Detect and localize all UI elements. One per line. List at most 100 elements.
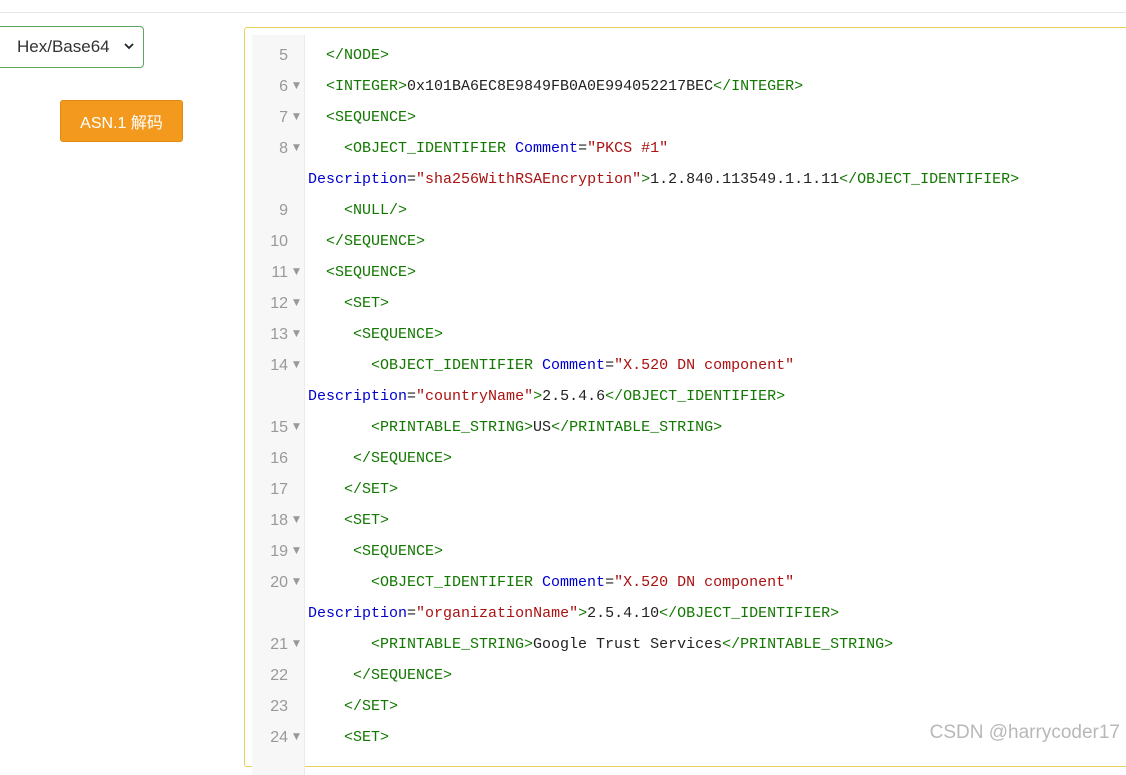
code-token-tag: </OBJECT_IDENTIFIER> <box>839 171 1020 188</box>
line-number: 23 <box>270 698 288 715</box>
format-select[interactable]: Hex/Base64 <box>0 26 144 68</box>
code-text: <INTEGER>0x101BA6EC8E9849FB0A0E994052217… <box>308 71 803 102</box>
fold-arrow-icon[interactable]: ▼ <box>293 71 300 102</box>
code-token-tag: </OBJECT_IDENTIFIER> <box>659 605 840 622</box>
line-number: 8 <box>279 140 288 157</box>
code-line[interactable]: 15 ▼ <PRINTABLE_STRING>US</PRINTABLE_STRI… <box>252 412 1126 443</box>
code-token-tag: </SET> <box>344 481 399 498</box>
code-token-tag: <NULL/> <box>344 202 408 219</box>
code-token-plain: = <box>407 605 417 622</box>
asn1-decode-button[interactable]: ASN.1 解码 <box>60 100 183 142</box>
code-token-str: "sha256WithRSAEncryption" <box>416 171 642 188</box>
code-token-tag: </OBJECT_IDENTIFIER> <box>605 388 786 405</box>
fold-arrow-icon[interactable]: ▼ <box>293 133 300 164</box>
code-token-str: "PKCS #1" <box>587 140 669 157</box>
line-number: 21 <box>270 636 288 653</box>
fold-arrow-icon[interactable]: ▼ <box>293 567 300 598</box>
code-line-wrapped[interactable]: Description="organizationName">2.5.4.10<… <box>252 598 1126 629</box>
code-line[interactable]: 10 </SEQUENCE> <box>252 226 1126 257</box>
line-number: 22 <box>270 667 288 684</box>
asn1-decode-button-label: ASN.1 解码 <box>80 115 163 132</box>
code-line[interactable]: 14 ▼ <OBJECT_IDENTIFIER Comment="X.520 DN… <box>252 350 1126 381</box>
code-token-tag: <SEQUENCE> <box>326 264 417 281</box>
code-line[interactable]: 5 </NODE> <box>252 40 1126 71</box>
format-select-value: Hex/Base64 <box>17 37 110 56</box>
chevron-down-icon <box>124 43 134 50</box>
code-token-tag: <INTEGER> <box>326 78 408 95</box>
code-line[interactable]: 19 ▼ <SEQUENCE> <box>252 536 1126 567</box>
code-text: <SEQUENCE> <box>308 102 416 133</box>
code-token-plain: 0x101BA6EC8E9849FB0A0E994052217BEC <box>407 78 714 95</box>
code-text: <OBJECT_IDENTIFIER Comment="X.520 DN com… <box>308 567 794 598</box>
fold-arrow-icon[interactable]: ▼ <box>293 722 300 753</box>
code-token-tag: </INTEGER> <box>713 78 804 95</box>
code-text: <NULL/> <box>308 195 407 226</box>
line-number: 19 <box>270 543 288 560</box>
code-line[interactable]: 20 ▼ <OBJECT_IDENTIFIER Comment="X.520 DN… <box>252 567 1126 598</box>
code-token-tag: <SET> <box>344 295 390 312</box>
code-token-tag: </SET> <box>344 698 399 715</box>
code-token-tag: <SEQUENCE> <box>353 326 444 343</box>
code-token-tag: <OBJECT_IDENTIFIER <box>371 357 543 374</box>
code-line-wrapped[interactable]: Description="countryName">2.5.4.6</OBJEC… <box>252 381 1126 412</box>
code-token-attr: Description <box>308 605 408 622</box>
code-token-tag: > <box>533 388 543 405</box>
code-token-plain: = <box>407 388 417 405</box>
code-line[interactable]: 12 ▼ <SET> <box>252 288 1126 319</box>
line-number: 24 <box>270 729 288 746</box>
code-line[interactable]: 11 ▼ <SEQUENCE> <box>252 257 1126 288</box>
code-token-tag: </SEQUENCE> <box>353 450 453 467</box>
fold-arrow-icon[interactable]: ▼ <box>293 505 300 536</box>
code-lines[interactable]: 5 </NODE> 6 ▼ <INTEGER>0x101BA6EC8E9849FB0… <box>252 40 1126 753</box>
code-text: </SET> <box>308 691 398 722</box>
code-token-tag: </SEQUENCE> <box>353 667 453 684</box>
code-text: </SEQUENCE> <box>308 660 452 691</box>
line-number: 7 <box>279 109 288 126</box>
fold-arrow-icon[interactable]: ▼ <box>293 257 300 288</box>
fold-arrow-icon[interactable]: ▼ <box>293 102 300 133</box>
code-line-wrapped[interactable]: Description="sha256WithRSAEncryption">1.… <box>252 164 1126 195</box>
code-text: <SEQUENCE> <box>308 319 443 350</box>
code-line[interactable]: 17 </SET> <box>252 474 1126 505</box>
code-line[interactable]: 8 ▼ <OBJECT_IDENTIFIER Comment="PKCS #1" <box>252 133 1126 164</box>
code-text: <SET> <box>308 288 389 319</box>
code-line[interactable]: 13 ▼ <SEQUENCE> <box>252 319 1126 350</box>
line-number: 17 <box>270 481 288 498</box>
code-line[interactable]: 9 <NULL/> <box>252 195 1126 226</box>
watermark: CSDN @harrycoder17 <box>929 722 1120 743</box>
code-line[interactable]: 23 </SET> <box>252 691 1126 722</box>
fold-arrow-icon[interactable]: ▼ <box>293 288 300 319</box>
fold-arrow-icon[interactable]: ▼ <box>293 536 300 567</box>
fold-arrow-icon[interactable]: ▼ <box>293 319 300 350</box>
line-number: 10 <box>270 233 288 250</box>
code-line[interactable]: 22 </SEQUENCE> <box>252 660 1126 691</box>
code-line[interactable]: 6 ▼ <INTEGER>0x101BA6EC8E9849FB0A0E994052… <box>252 71 1126 102</box>
code-text: </SEQUENCE> <box>308 443 452 474</box>
code-line[interactable]: 18 ▼ <SET> <box>252 505 1126 536</box>
fold-arrow-icon[interactable]: ▼ <box>293 629 300 660</box>
fold-arrow-icon[interactable]: ▼ <box>293 350 300 381</box>
code-line[interactable]: 21 ▼ <PRINTABLE_STRING>Google Trust Servi… <box>252 629 1126 660</box>
code-token-attr: Comment <box>542 357 606 374</box>
code-token-tag: <SEQUENCE> <box>326 109 417 126</box>
top-divider <box>0 12 1126 13</box>
code-line[interactable]: 7 ▼ <SEQUENCE> <box>252 102 1126 133</box>
code-line[interactable]: 16 </SEQUENCE> <box>252 443 1126 474</box>
code-token-plain: = <box>605 357 615 374</box>
line-number: 11 <box>271 264 288 281</box>
code-text: <OBJECT_IDENTIFIER Comment="X.520 DN com… <box>308 350 794 381</box>
code-token-tag: </PRINTABLE_STRING> <box>722 636 894 653</box>
fold-arrow-icon[interactable]: ▼ <box>293 412 300 443</box>
code-text: Description="countryName">2.5.4.6</OBJEC… <box>308 381 785 412</box>
